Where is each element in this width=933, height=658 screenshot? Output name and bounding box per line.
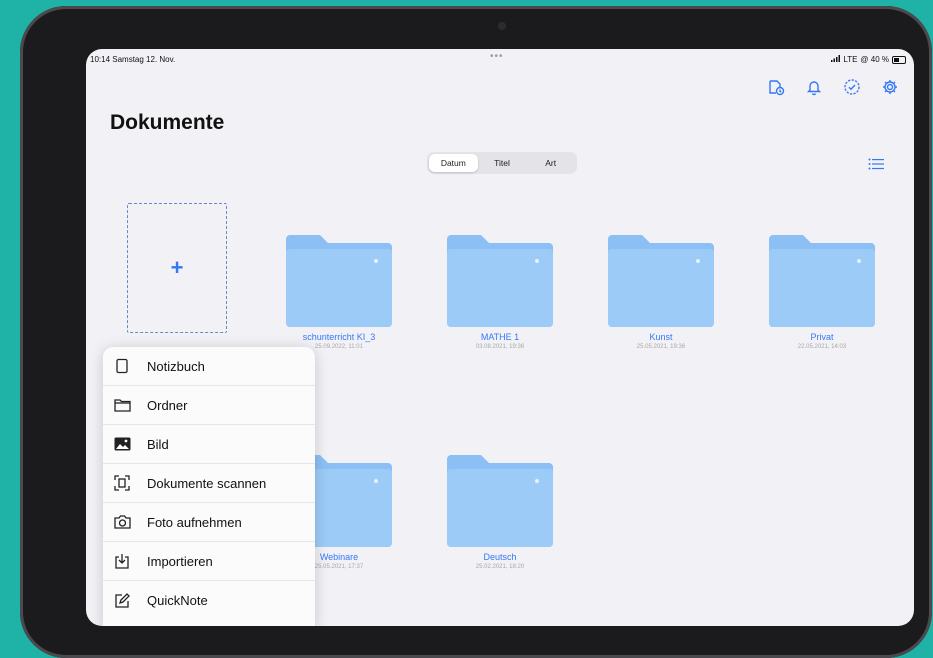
new-document-button[interactable]: +	[127, 203, 227, 333]
front-camera	[498, 22, 506, 30]
folder-item[interactable]: Kunst 25.05.2021, 19:36	[608, 235, 714, 350]
battery-icon	[892, 55, 906, 64]
sort-option-datum[interactable]: Datum	[429, 154, 478, 172]
folder-name: Kunst	[649, 332, 673, 342]
bell-icon[interactable]	[804, 77, 824, 97]
checkmark-circle-icon[interactable]	[842, 77, 862, 97]
notebook-icon	[113, 357, 131, 375]
folder-date: 25.02.2021, 18:20	[475, 564, 525, 570]
sort-segmented-control: Datum Titel Art	[427, 152, 577, 174]
battery-percent: @ 40 %	[860, 55, 889, 64]
folder-item[interactable]: MATHE 1 03.08.2021, 19:36	[447, 235, 553, 350]
menu-item-quicknote[interactable]: QuickNote	[103, 581, 315, 620]
new-item-menu: Notizbuch Ordner Bild Dokumente scannen …	[103, 347, 315, 626]
folder-item[interactable]: Deutsch 25.02.2021, 18:20	[447, 455, 553, 570]
menu-item-label: QuickNote	[147, 593, 208, 608]
menu-item-foto-aufnehmen[interactable]: Foto aufnehmen	[103, 503, 315, 542]
menu-item-label: Notizbuch	[147, 358, 205, 374]
folder-name: MATHE 1	[480, 332, 520, 342]
folder-icon	[447, 235, 553, 327]
menu-item-label: Bild	[147, 436, 169, 452]
signal-icon	[831, 55, 841, 64]
menu-item-importieren[interactable]: Importieren	[103, 542, 315, 581]
folder-date: 03.08.2021, 19:36	[475, 344, 525, 350]
sort-option-art[interactable]: Art	[526, 154, 575, 172]
folder-name: Deutsch	[483, 552, 517, 562]
header-actions	[766, 77, 900, 97]
folder-icon	[447, 455, 553, 547]
menu-item-ordner[interactable]: Ordner	[103, 386, 315, 425]
cloud-clock-icon[interactable]	[766, 77, 786, 97]
menu-item-label: Ordner	[147, 397, 188, 413]
multitasking-dots[interactable]: •••	[490, 51, 504, 62]
folder-name: Privat	[810, 332, 834, 342]
sort-option-titel[interactable]: Titel	[478, 154, 527, 172]
quicknote-icon	[113, 592, 131, 610]
folder-date: 25.05.2021, 19:36	[636, 344, 686, 350]
menu-item-label: Importieren	[147, 553, 213, 569]
list-view-icon[interactable]	[868, 157, 884, 175]
menu-item-label: Dokumente scannen	[147, 475, 267, 491]
network-label: LTE	[843, 55, 858, 64]
folder-date: 22.05.2021, 14:03	[797, 344, 847, 350]
camera-icon	[113, 513, 131, 531]
image-icon	[113, 435, 131, 453]
folder-icon	[769, 235, 875, 327]
menu-item-label: Foto aufnehmen	[147, 514, 242, 530]
menu-item-dokumente-scannen[interactable]: Dokumente scannen	[103, 464, 315, 503]
status-time-date: 10:14 Samstag 12. Nov.	[90, 55, 176, 64]
menu-item-notizbuch[interactable]: Notizbuch	[103, 347, 315, 386]
import-icon	[113, 552, 131, 570]
folder-icon	[608, 235, 714, 327]
menu-item-bild[interactable]: Bild	[103, 425, 315, 464]
folder-item[interactable]: schunterricht KI_3 25.09.2022, 11:01	[286, 235, 392, 350]
scan-icon	[113, 474, 131, 492]
folder-item[interactable]: Privat 22.05.2021, 14:03	[769, 235, 875, 350]
folder-name: schunterricht KI_3	[302, 332, 376, 342]
folder-icon	[286, 235, 392, 327]
ipad-frame: 10:14 Samstag 12. Nov. ••• LTE @ 40 % Do…	[20, 6, 932, 658]
screen: 10:14 Samstag 12. Nov. ••• LTE @ 40 % Do…	[86, 49, 914, 626]
page-title: Dokumente	[110, 111, 225, 134]
status-indicators: LTE @ 40 %	[831, 55, 906, 64]
gear-icon[interactable]	[880, 77, 900, 97]
folder-icon	[113, 396, 131, 414]
